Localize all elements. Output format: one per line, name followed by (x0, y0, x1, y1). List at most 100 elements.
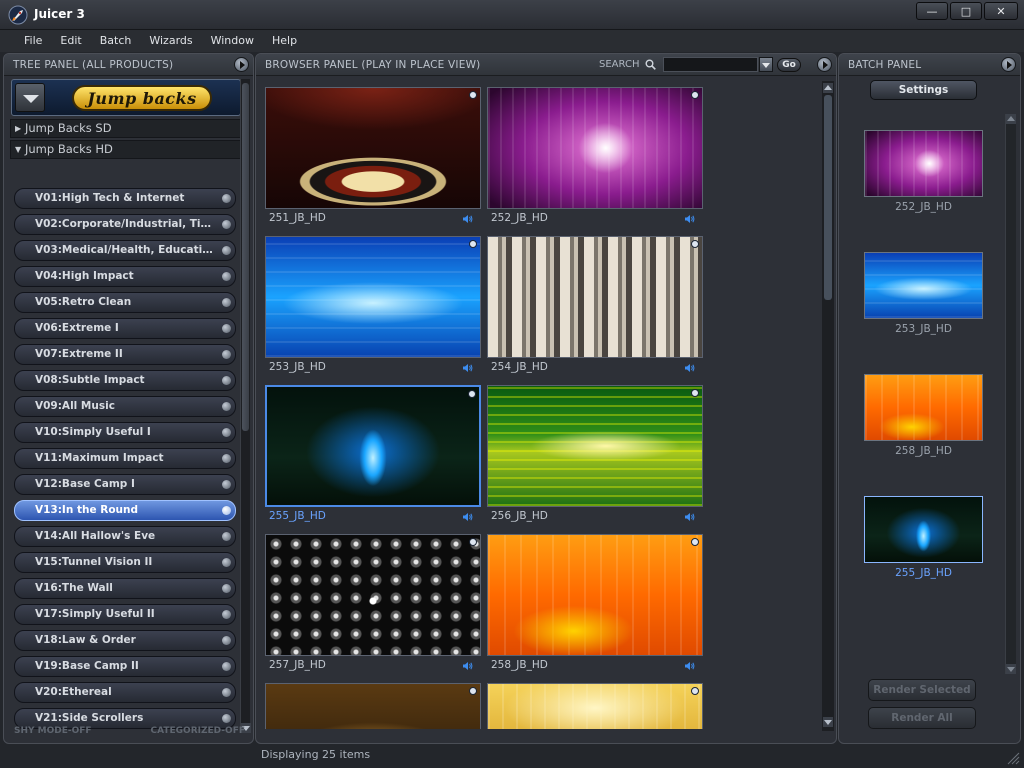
app-rocket-icon (8, 5, 28, 25)
maximize-button[interactable]: □ (950, 2, 982, 20)
volume-item[interactable]: V18:Law & Order (14, 630, 236, 651)
volume-item[interactable]: V11:Maximum Impact (14, 448, 236, 469)
hd-badge-icon (691, 240, 699, 248)
volume-item[interactable]: V13:In the Round (14, 500, 236, 521)
browser-panel-collapse-arrow-icon[interactable] (817, 57, 832, 72)
search-history-dropdown-icon[interactable] (759, 57, 773, 72)
minimize-button[interactable]: — (916, 2, 948, 20)
categorized-toggle[interactable]: CATEGORIZED-OFF (151, 726, 245, 736)
volume-item[interactable]: V14:All Hallow's Eve (14, 526, 236, 547)
browser-scrollbar[interactable] (822, 81, 834, 731)
shy-mode-toggle[interactable]: SHY MODE-OFF (14, 726, 92, 736)
resize-grip-icon[interactable] (1006, 751, 1020, 765)
product-selector[interactable]: Jump backs (11, 79, 241, 116)
volume-item[interactable]: V20:Ethereal (14, 682, 236, 703)
clip-thumbnail[interactable]: 257_JB_HD (265, 534, 481, 671)
speaker-icon[interactable] (684, 512, 695, 522)
batch-scrollbar[interactable] (1005, 114, 1016, 674)
scroll-up-arrow-icon[interactable] (1006, 114, 1016, 124)
clip-thumbnail[interactable]: 251_JB_HD (265, 87, 481, 224)
clip-preview-image[interactable] (487, 683, 703, 729)
clip-thumbnail[interactable]: 256_JB_HD (487, 385, 703, 522)
speaker-icon[interactable] (462, 363, 473, 373)
menu-wizards[interactable]: Wizards (140, 30, 201, 52)
volume-item[interactable]: V06:Extreme I (14, 318, 236, 339)
clip-preview-image[interactable] (487, 87, 703, 209)
volume-item[interactable]: V03:Medical/Health, Education ... (14, 240, 236, 261)
clip-preview-image[interactable] (265, 87, 481, 209)
clip-preview-image[interactable] (265, 683, 481, 729)
clip-preview-image[interactable] (265, 385, 481, 507)
browser-scroll-thumb[interactable] (824, 95, 832, 300)
volume-item-knob-icon (222, 298, 231, 307)
clip-preview-image[interactable] (487, 236, 703, 358)
volume-item[interactable]: V16:The Wall (14, 578, 236, 599)
batch-item-preview-image[interactable] (864, 252, 983, 319)
batch-item-preview-image[interactable] (864, 374, 983, 441)
menu-batch[interactable]: Batch (91, 30, 141, 52)
tree-scrollbar[interactable] (240, 79, 251, 733)
clip-thumbnail[interactable] (265, 683, 481, 729)
hd-badge-icon (469, 91, 477, 99)
volume-item[interactable]: V07:Extreme II (14, 344, 236, 365)
clip-thumbnail[interactable]: 254_JB_HD (487, 236, 703, 373)
clip-preview-image[interactable] (265, 236, 481, 358)
menu-help[interactable]: Help (263, 30, 306, 52)
settings-button[interactable]: Settings (870, 80, 977, 100)
volume-item-knob-icon (222, 324, 231, 333)
speaker-icon[interactable] (462, 661, 473, 671)
volume-item[interactable]: V12:Base Camp I (14, 474, 236, 495)
render-selected-button[interactable]: Render Selected (868, 679, 976, 701)
tree-node-jump-backs-hd[interactable]: ▼ Jump Backs HD (10, 140, 241, 159)
batch-item[interactable]: 258_JB_HD (864, 374, 983, 457)
menu-file[interactable]: File (16, 30, 51, 52)
speaker-icon[interactable] (684, 661, 695, 671)
render-all-button[interactable]: Render All (868, 707, 976, 729)
clip-preview-image[interactable] (487, 385, 703, 507)
clip-thumbnail[interactable]: 258_JB_HD (487, 534, 703, 671)
clip-thumbnail[interactable]: 252_JB_HD (487, 87, 703, 224)
volume-item[interactable]: V10:Simply Useful I (14, 422, 236, 443)
volume-item[interactable]: V09:All Music (14, 396, 236, 417)
tree-node-jump-backs-sd[interactable]: ▶ Jump Backs SD (10, 119, 241, 138)
volume-item[interactable]: V05:Retro Clean (14, 292, 236, 313)
speaker-icon[interactable] (684, 363, 695, 373)
scroll-down-arrow-icon[interactable] (1006, 664, 1016, 674)
menu-window[interactable]: Window (202, 30, 263, 52)
clip-preview-image[interactable] (265, 534, 481, 656)
go-button[interactable]: Go (777, 58, 801, 72)
batch-item[interactable]: 255_JB_HD (864, 496, 983, 579)
batch-item-preview-image[interactable] (864, 496, 983, 563)
batch-panel: BATCH PANEL Settings 252_JB_HD 253_JB_HD 2… (838, 53, 1021, 744)
volume-item[interactable]: V08:Subtle Impact (14, 370, 236, 391)
volume-item[interactable]: V02:Corporate/Industrial, Time... (14, 214, 236, 235)
speaker-icon[interactable] (462, 214, 473, 224)
close-button[interactable]: ✕ (984, 2, 1018, 20)
batch-panel-collapse-arrow-icon[interactable] (1001, 57, 1016, 72)
batch-item[interactable]: 252_JB_HD (864, 130, 983, 213)
volume-item-knob-icon (222, 272, 231, 281)
menu-edit[interactable]: Edit (51, 30, 90, 52)
volume-item[interactable]: V01:High Tech & Internet (14, 188, 236, 209)
clip-thumbnail[interactable]: 255_JB_HD (265, 385, 481, 522)
clip-label: 258_JB_HD (491, 659, 548, 671)
batch-item-preview-image[interactable] (864, 130, 983, 197)
clip-thumbnail[interactable]: 253_JB_HD (265, 236, 481, 373)
speaker-icon[interactable] (462, 512, 473, 522)
tree-panel-collapse-arrow-icon[interactable] (234, 57, 249, 72)
scroll-down-arrow-icon[interactable] (823, 717, 833, 727)
volume-item[interactable]: V04:High Impact (14, 266, 236, 287)
clip-thumbnail[interactable] (487, 683, 703, 729)
batch-item[interactable]: 253_JB_HD (864, 252, 983, 335)
search-input[interactable] (663, 57, 758, 72)
clip-preview-image[interactable] (487, 534, 703, 656)
volume-item[interactable]: V17:Simply Useful II (14, 604, 236, 625)
volume-item[interactable]: V19:Base Camp II (14, 656, 236, 677)
volume-item-knob-icon (222, 454, 231, 463)
scroll-up-arrow-icon[interactable] (823, 83, 833, 93)
product-dropdown-arrow-icon[interactable] (15, 83, 45, 112)
volume-item[interactable]: V15:Tunnel Vision II (14, 552, 236, 573)
tree-panel-footer: SHY MODE-OFF CATEGORIZED-OFF (4, 726, 253, 740)
speaker-icon[interactable] (684, 214, 695, 224)
tree-scroll-thumb[interactable] (242, 83, 249, 431)
